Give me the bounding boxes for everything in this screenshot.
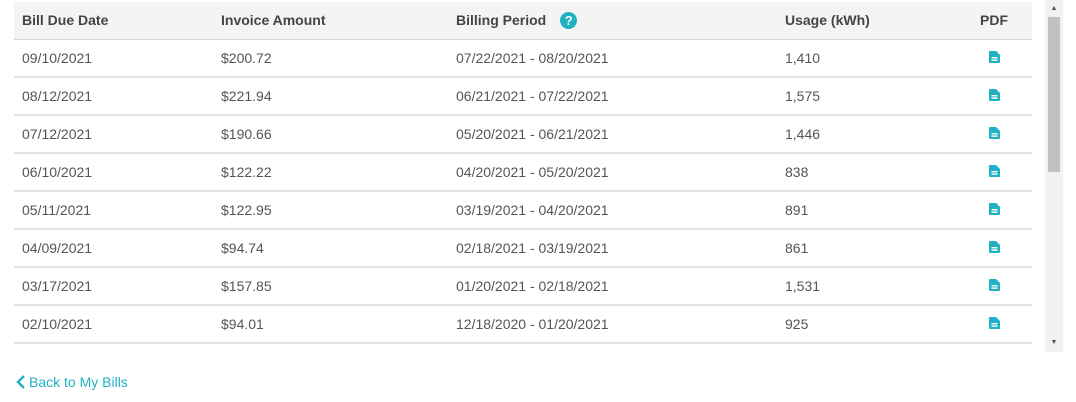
back-to-my-bills-link[interactable]: Back to My Bills: [16, 373, 128, 391]
cell-usage-kwh: 925: [785, 316, 809, 332]
cell-invoice-amount: $221.94: [221, 88, 272, 104]
pdf-document-icon[interactable]: [989, 89, 1000, 101]
pdf-document-icon[interactable]: [989, 317, 1000, 329]
header-billing-period-label[interactable]: Billing Period: [456, 12, 546, 28]
cell-bill-due-date: 04/09/2021: [22, 240, 93, 256]
cell-invoice-amount: $200.72: [221, 50, 272, 66]
cell-usage-kwh: 1,446: [785, 126, 821, 142]
cell-bill-due-date: 02/10/2021: [22, 316, 93, 332]
cell-invoice-amount: $94.01: [221, 316, 264, 332]
cell-billing-period: 02/18/2021 - 03/19/2021: [456, 240, 609, 256]
table-body: 09/10/2021 $200.72 07/22/2021 - 08/20/2021…: [14, 40, 1032, 344]
header-bill-due-date[interactable]: Bill Due Date: [22, 2, 108, 39]
bills-table: Bill Due Date Invoice Amount Billing Per…: [14, 0, 1032, 352]
pdf-document-icon[interactable]: [989, 51, 1000, 63]
chevron-left-icon: [16, 375, 26, 390]
cell-bill-due-date: 06/10/2021: [22, 164, 93, 180]
cell-invoice-amount: $94.74: [221, 240, 264, 256]
header-invoice-amount[interactable]: Invoice Amount: [221, 2, 326, 39]
cell-billing-period: 07/22/2021 - 08/20/2021: [456, 50, 609, 66]
cell-usage-kwh: 891: [785, 202, 809, 218]
pdf-document-icon[interactable]: [989, 127, 1000, 139]
table-row[interactable]: 09/10/2021 $200.72 07/22/2021 - 08/20/2021…: [14, 40, 1032, 78]
cell-bill-due-date: 08/12/2021: [22, 88, 93, 104]
table-row[interactable]: 06/10/2021 $122.22 04/20/2021 - 05/20/2021…: [14, 154, 1032, 192]
pdf-document-icon[interactable]: [989, 165, 1000, 177]
cell-billing-period: 04/20/2021 - 05/20/2021: [456, 164, 609, 180]
cell-bill-due-date: 09/10/2021: [22, 50, 93, 66]
cell-bill-due-date: 05/11/2021: [22, 202, 92, 218]
scrollbar-thumb[interactable]: [1048, 17, 1060, 172]
scroll-down-arrow-icon[interactable]: ▼: [1045, 336, 1063, 350]
cell-bill-due-date: 07/12/2021: [22, 126, 93, 142]
cell-bill-due-date: 03/17/2021: [22, 278, 93, 294]
cell-usage-kwh: 861: [785, 240, 809, 256]
table-row[interactable]: 04/09/2021 $94.74 02/18/2021 - 03/19/2021 8…: [14, 230, 1032, 268]
table-row[interactable]: 08/12/2021 $221.94 06/21/2021 - 07/22/2021…: [14, 78, 1032, 116]
table-row-partial: [14, 344, 1032, 352]
table-row[interactable]: 07/12/2021 $190.66 05/20/2021 - 06/21/2021…: [14, 116, 1032, 154]
vertical-scrollbar[interactable]: ▲ ▼: [1045, 0, 1063, 352]
question-circle-icon[interactable]: ?: [560, 11, 578, 29]
table-row[interactable]: 05/11/2021 $122.95 03/19/2021 - 04/20/2021…: [14, 192, 1032, 230]
cell-billing-period: 03/19/2021 - 04/20/2021: [456, 202, 609, 218]
cell-billing-period: 06/21/2021 - 07/22/2021: [456, 88, 609, 104]
table-row[interactable]: 03/17/2021 $157.85 01/20/2021 - 02/18/2021…: [14, 268, 1032, 306]
cell-billing-period: 05/20/2021 - 06/21/2021: [456, 126, 609, 142]
pdf-document-icon[interactable]: [989, 279, 1000, 291]
header-usage[interactable]: Usage (kWh): [785, 2, 870, 39]
table-row[interactable]: 02/10/2021 $94.01 12/18/2020 - 01/20/2021 9…: [14, 306, 1032, 344]
cell-invoice-amount: $122.22: [221, 164, 272, 180]
scroll-up-arrow-icon[interactable]: ▲: [1045, 2, 1063, 16]
table-header: Bill Due Date Invoice Amount Billing Per…: [14, 2, 1032, 40]
cell-billing-period: 12/18/2020 - 01/20/2021: [456, 316, 609, 332]
header-billing-period: Billing Period?: [456, 2, 578, 39]
cell-invoice-amount: $157.85: [221, 278, 272, 294]
cell-billing-period: 01/20/2021 - 02/18/2021: [456, 278, 609, 294]
back-link-label: Back to My Bills: [29, 374, 128, 390]
cell-usage-kwh: 838: [785, 164, 809, 180]
cell-invoice-amount: $122.95: [221, 202, 272, 218]
header-pdf: PDF: [980, 12, 1008, 28]
cell-usage-kwh: 1,575: [785, 88, 821, 104]
cell-usage-kwh: 1,531: [785, 278, 821, 294]
cell-invoice-amount: $190.66: [221, 126, 272, 142]
cell-usage-kwh: 1,410: [785, 50, 821, 66]
pdf-document-icon[interactable]: [989, 241, 1000, 253]
pdf-document-icon[interactable]: [989, 203, 1000, 215]
